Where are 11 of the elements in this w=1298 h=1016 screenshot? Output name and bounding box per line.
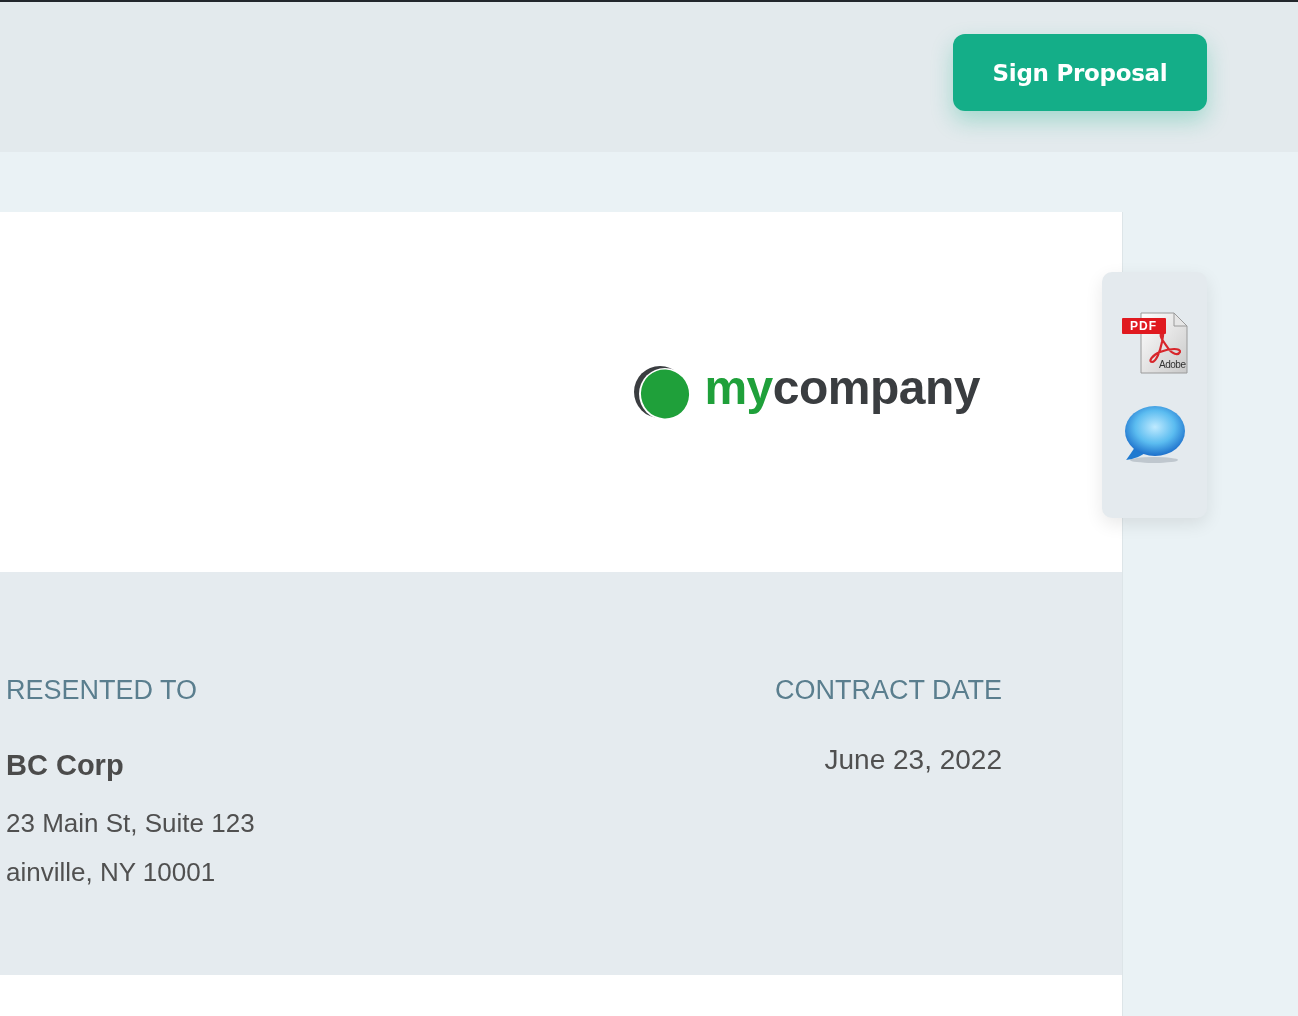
contract-date-label: CONTRACT DATE [775,674,1002,707]
leaf-logo-icon [634,364,691,420]
contract-date: June 23, 2022 [824,743,1002,777]
adobe-caption: Adobe [1159,359,1186,371]
client-name: BC Corp [6,748,125,783]
address-line: ainville, NY 10001 [6,856,217,889]
address-line: 23 Main St, Suite 123 [6,807,255,840]
pdf-badge: PDF [1121,318,1166,334]
company-logo-text: mycompany [704,364,980,416]
sign-proposal-button[interactable]: Sign Proposal [953,34,1207,111]
presented-to-label: RESENTED TO [6,674,199,707]
